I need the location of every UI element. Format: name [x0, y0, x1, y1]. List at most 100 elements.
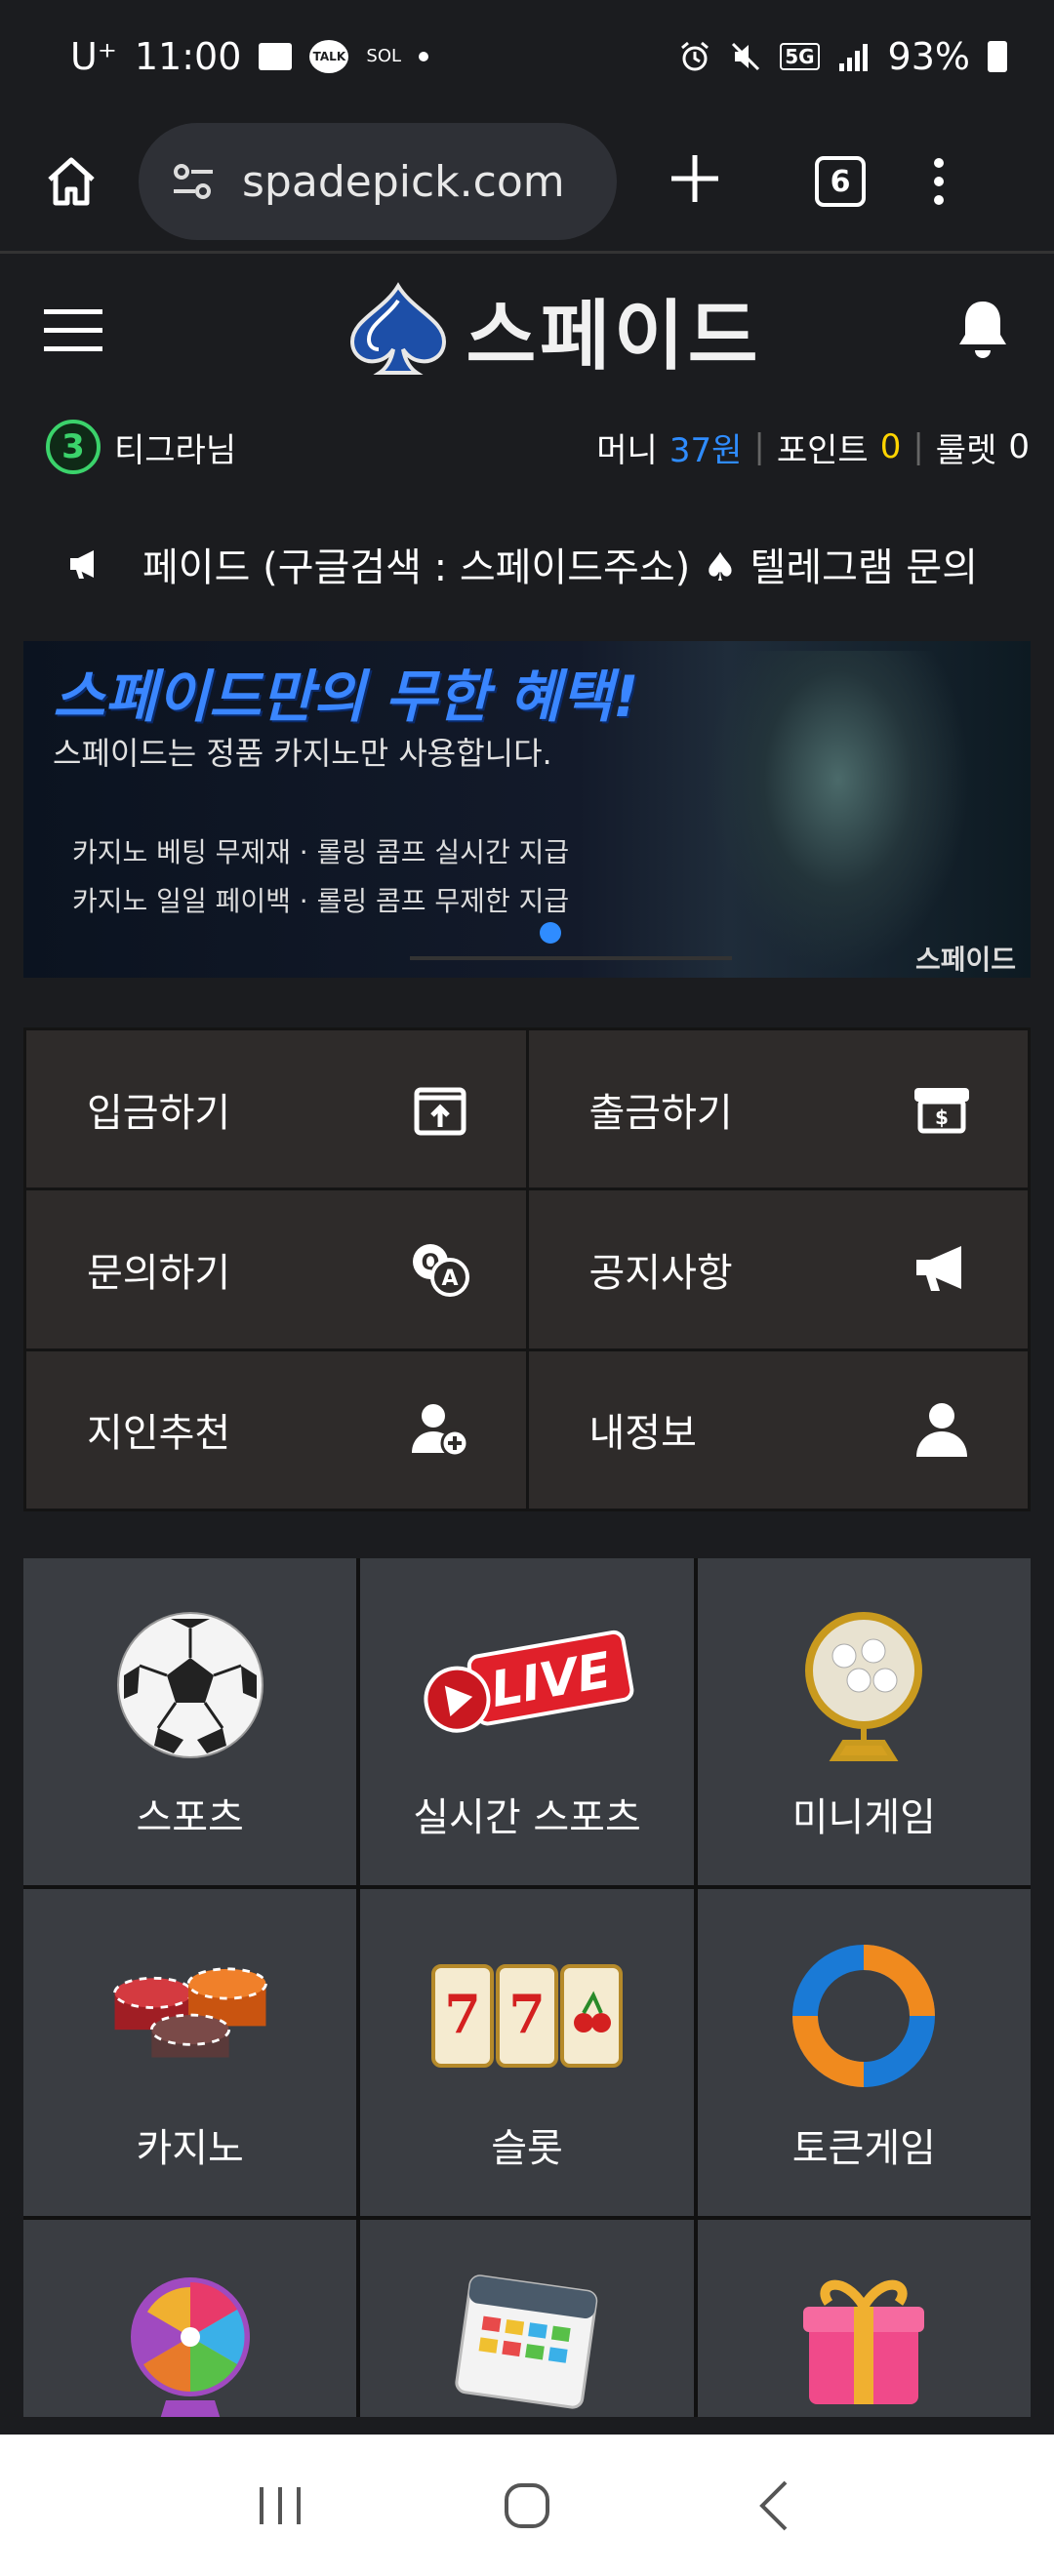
roulette-value: 0 — [1008, 427, 1030, 466]
level-badge: 3 — [46, 420, 101, 474]
qa-icon: QA — [409, 1238, 471, 1301]
game-live-sports[interactable]: LIVE 실시간 스포츠 — [360, 1558, 694, 1885]
point-value: 0 — [879, 427, 902, 466]
game-mini[interactable]: 미니게임 — [697, 1558, 1031, 1885]
site-logo[interactable]: 스페이드 — [345, 275, 761, 384]
action-label: 공지사항 — [588, 1250, 733, 1296]
status-left: U⁺ 11:00 TALK SOL — [70, 34, 429, 78]
game-attendance[interactable] — [360, 2220, 694, 2417]
hamburger-line — [44, 345, 102, 351]
menu-dot — [934, 177, 944, 186]
mute-icon — [729, 40, 762, 73]
roulette-label: 룰렛 — [935, 430, 997, 470]
system-navigation-bar — [0, 2435, 1054, 2576]
banner-subtitle: 스페이드는 정품 카지노만 사용합니다. — [53, 735, 552, 772]
my-info-button[interactable]: 내정보 — [528, 1350, 1028, 1509]
notification-button[interactable] — [955, 298, 1010, 362]
game-sports[interactable]: 스포츠 — [23, 1558, 357, 1885]
carrier-label: U⁺ — [70, 34, 117, 78]
banner-pagination-dot[interactable] — [540, 922, 561, 944]
deposit-icon — [409, 1078, 471, 1141]
home-button[interactable] — [39, 149, 103, 214]
divider: | — [912, 427, 924, 466]
user-info-bar: 3 티그라님 머니 37원 | 포인트 0 | 룰렛 0 — [0, 403, 1054, 491]
browser-toolbar: spadepick.com 6 — [0, 112, 1054, 254]
home-circle-icon — [504, 2482, 549, 2528]
signal-icon — [837, 42, 871, 71]
referral-button[interactable]: 지인추천 — [26, 1350, 526, 1509]
user-name: 티그라님 — [114, 430, 237, 470]
live-icon: LIVE — [415, 1602, 639, 1768]
menu-dot — [934, 158, 944, 168]
game-slot[interactable]: 77 슬롯 — [360, 1889, 694, 2216]
withdraw-icon: $ — [911, 1078, 973, 1141]
game-label: 토큰게임 — [791, 2126, 936, 2171]
user-profile[interactable]: 3 티그라님 — [46, 420, 236, 474]
game-token[interactable]: 토큰게임 — [697, 1889, 1031, 2216]
megaphone-icon — [70, 549, 94, 579]
add-user-icon — [409, 1398, 471, 1461]
home-icon — [48, 157, 95, 206]
battery-level: 93% — [887, 34, 970, 78]
banner-brand: 스페이드 — [914, 944, 1016, 976]
url-text: spadepick.com — [242, 156, 565, 207]
status-right: 5G 93% — [678, 35, 1007, 78]
notification-dot-icon — [419, 51, 429, 61]
back-button[interactable] — [735, 2467, 813, 2545]
inquiry-button[interactable]: 문의하기 QA — [26, 1190, 526, 1348]
home-nav-button[interactable] — [488, 2467, 566, 2545]
gift-box-icon — [781, 2264, 947, 2410]
divider: | — [753, 427, 765, 466]
banner-line: 카지노 일일 페이백 · 롤링 콤프 무제한 지급 — [72, 885, 570, 917]
game-label: 슬롯 — [491, 2126, 563, 2171]
money-value: 37원 — [669, 430, 743, 470]
banner-progress-track — [410, 956, 732, 960]
game-gift[interactable] — [697, 2220, 1031, 2417]
back-chevron-icon — [759, 2480, 788, 2530]
game-label: 미니게임 — [791, 1795, 936, 1840]
site-settings-icon[interactable] — [172, 162, 215, 201]
hamburger-line — [44, 327, 102, 333]
token-ring-icon — [781, 1933, 947, 2099]
roulette-wheel-icon — [107, 2264, 273, 2417]
casino-chips-icon — [107, 1933, 273, 2099]
action-label: 지인추천 — [87, 1411, 231, 1457]
tab-switcher-button[interactable]: 6 — [815, 156, 866, 207]
address-bar[interactable]: spadepick.com — [139, 123, 617, 240]
deposit-button[interactable]: 입금하기 — [26, 1030, 526, 1188]
game-label: 카지노 — [136, 2126, 244, 2171]
kakaotalk-icon: TALK — [309, 39, 349, 73]
slot-machine-icon: 77 — [429, 1933, 625, 2099]
notice-ticker[interactable]: 페이드 (구글검색 : 스페이드주소) ♠ 텔레그램 문의 — [0, 507, 1054, 620]
svg-text:7: 7 — [508, 1983, 546, 2045]
notice-button[interactable]: 공지사항 — [528, 1190, 1028, 1348]
network-5g-icon: 5G — [780, 42, 820, 70]
spade-logo-icon — [350, 282, 447, 375]
browser-menu-button[interactable] — [934, 158, 944, 205]
user-icon — [911, 1398, 973, 1461]
withdraw-button[interactable]: 출금하기 $ — [528, 1030, 1028, 1188]
game-label: 실시간 스포츠 — [413, 1795, 641, 1840]
plus-icon — [671, 155, 718, 202]
banner-title: 스페이드만의 무한 혜택! — [53, 664, 639, 730]
promo-banner[interactable]: 스페이드만의 무한 혜택! 스페이드는 정품 카지노만 사용합니다. 카지노 베… — [23, 641, 1031, 978]
game-roulette[interactable] — [23, 2220, 357, 2417]
recent-apps-button[interactable] — [241, 2467, 319, 2545]
new-tab-button[interactable] — [668, 145, 722, 218]
folder-icon — [259, 42, 293, 70]
battery-icon — [988, 40, 1007, 72]
svg-text:7: 7 — [444, 1983, 481, 2045]
hamburger-menu-button[interactable] — [44, 308, 102, 351]
banner-line: 카지노 베팅 무제재 · 롤링 콤프 실시간 지급 — [72, 836, 570, 868]
point-label: 포인트 — [776, 430, 869, 470]
calendar-icon — [444, 2264, 610, 2410]
game-category-grid: 스포츠 LIVE 실시간 스포츠 미니게임 카지노 77 슬롯 토큰게임 — [23, 1558, 1031, 2417]
lottery-globe-icon — [781, 1602, 947, 1768]
banner-model-image — [707, 651, 970, 973]
money-label: 머니 — [596, 430, 658, 470]
user-balances: 머니 37원 | 포인트 0 | 룰렛 0 — [596, 423, 1030, 471]
action-label: 문의하기 — [87, 1250, 231, 1296]
status-bar: U⁺ 11:00 TALK SOL 5G 93% — [0, 0, 1054, 112]
game-casino[interactable]: 카지노 — [23, 1889, 357, 2216]
megaphone-icon — [911, 1238, 973, 1301]
